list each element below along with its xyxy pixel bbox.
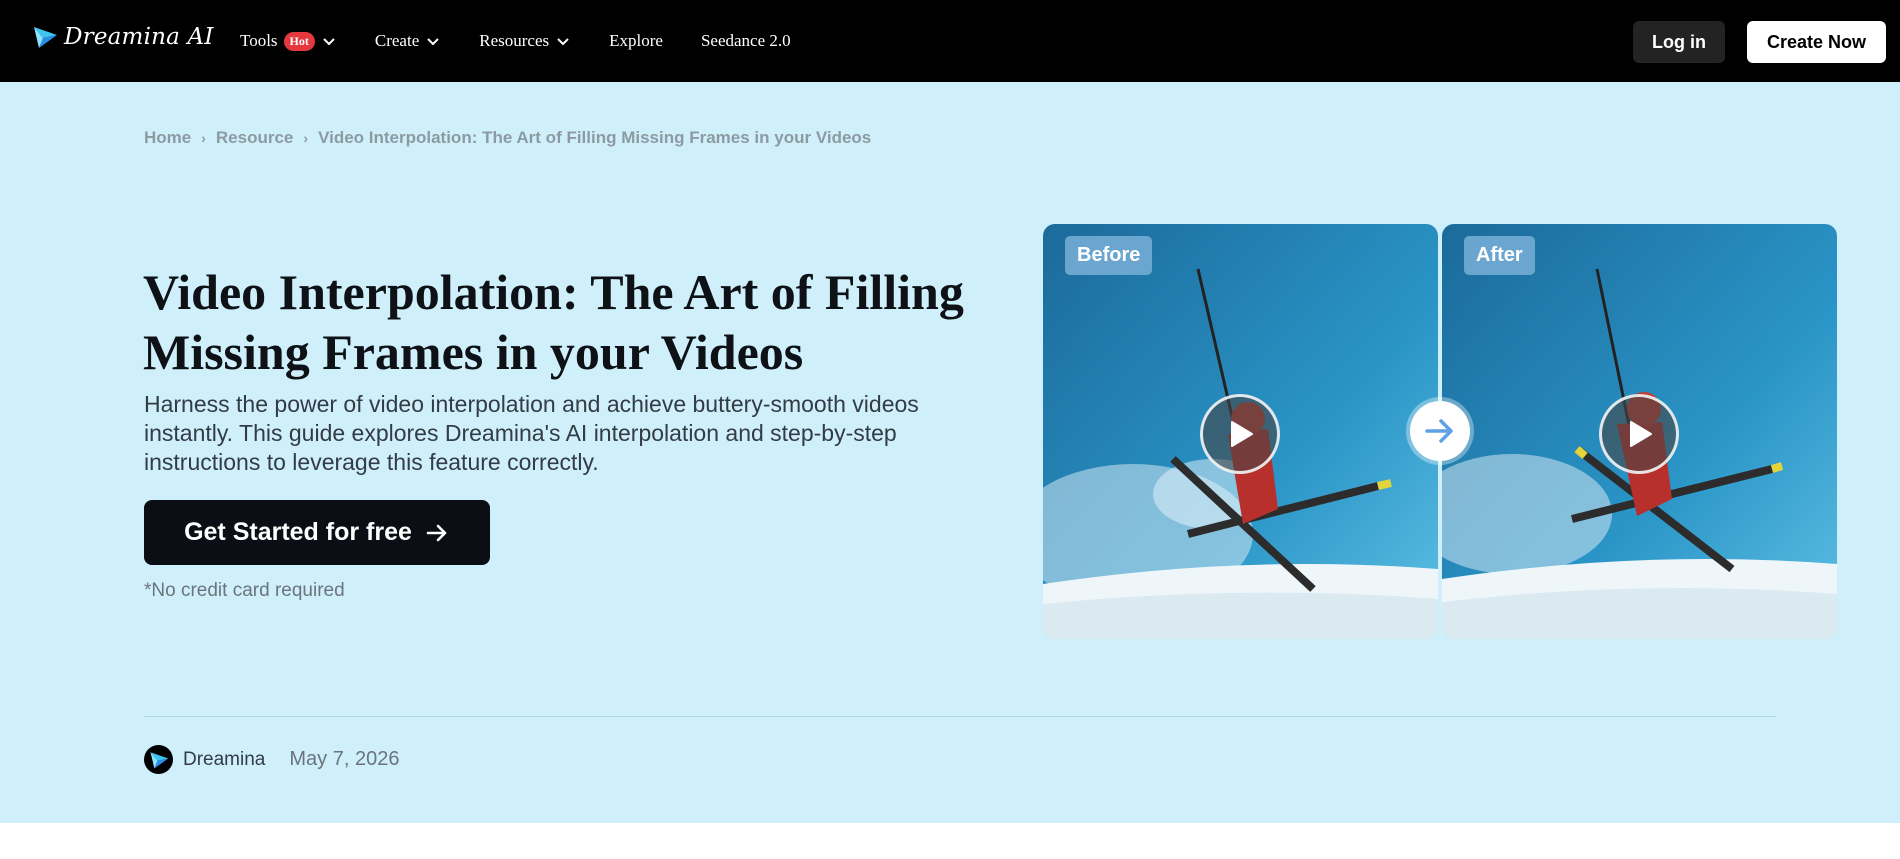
- after-label: After: [1464, 236, 1535, 275]
- nav-links: Tools Hot Create Resources Explore Seeda…: [240, 0, 791, 82]
- login-button[interactable]: Log in: [1633, 21, 1725, 63]
- breadcrumb-home[interactable]: Home: [144, 128, 191, 148]
- dreamina-logo-icon: [150, 751, 168, 768]
- author-meta: Dreamina May 7, 2026: [144, 745, 399, 774]
- avatar: [144, 745, 173, 774]
- nav-explore[interactable]: Explore: [609, 31, 663, 51]
- breadcrumb-resource[interactable]: Resource: [216, 128, 293, 148]
- page-subtitle: Harness the power of video interpolation…: [144, 391, 919, 475]
- divider: [144, 716, 1776, 717]
- publish-date: May 7, 2026: [289, 748, 400, 770]
- after-video[interactable]: After: [1442, 224, 1837, 639]
- no-credit-card-note: *No credit card required: [144, 580, 345, 601]
- dreamina-logo-icon: [34, 27, 57, 48]
- nav-create[interactable]: Create: [375, 31, 441, 51]
- get-started-button[interactable]: Get Started for free: [144, 500, 490, 565]
- arrow-right-icon: [426, 524, 447, 541]
- top-nav: Dreamina AI Tools Hot Create Resources E…: [0, 0, 1900, 82]
- play-icon: [1231, 421, 1253, 447]
- nav-explore-label: Explore: [609, 31, 663, 50]
- breadcrumb-current: Video Interpolation: The Art of Filling …: [318, 128, 872, 147]
- nav-tools-label: Tools: [240, 31, 278, 50]
- logo-text: Dreamina AI: [64, 24, 214, 50]
- nav-create-label: Create: [374, 31, 420, 50]
- create-now-button[interactable]: Create Now: [1747, 21, 1886, 63]
- breadcrumb: Home › Resource › Video Interpolation: T…: [144, 128, 871, 148]
- chevron-down-icon: [427, 38, 439, 46]
- nav-resources[interactable]: Resources: [479, 31, 571, 51]
- hot-badge: Hot: [283, 31, 315, 51]
- play-icon: [1630, 421, 1652, 447]
- before-video[interactable]: Before: [1043, 224, 1438, 639]
- before-label: Before: [1065, 236, 1153, 275]
- chevron-right-icon: ›: [201, 130, 206, 146]
- chevron-right-icon: ›: [303, 130, 309, 146]
- chevron-down-icon: [323, 38, 335, 46]
- page-title: Video Interpolation: The Art of Filling …: [143, 264, 964, 380]
- arrow-right-icon: [1425, 419, 1453, 443]
- author-name: Dreamina: [183, 748, 266, 770]
- nav-resources-label: Resources: [479, 31, 550, 50]
- nav-seedance[interactable]: Seedance 2.0: [701, 31, 791, 51]
- chevron-down-icon: [557, 38, 569, 46]
- compare-arrow: [1410, 401, 1470, 461]
- nav-seedance-label: Seedance 2.0: [700, 31, 791, 50]
- get-started-label: Get Started for free: [184, 518, 412, 546]
- nav-tools[interactable]: Tools Hot: [240, 31, 337, 51]
- play-button[interactable]: [1599, 394, 1679, 474]
- logo[interactable]: Dreamina AI: [32, 24, 214, 50]
- play-button[interactable]: [1200, 394, 1280, 474]
